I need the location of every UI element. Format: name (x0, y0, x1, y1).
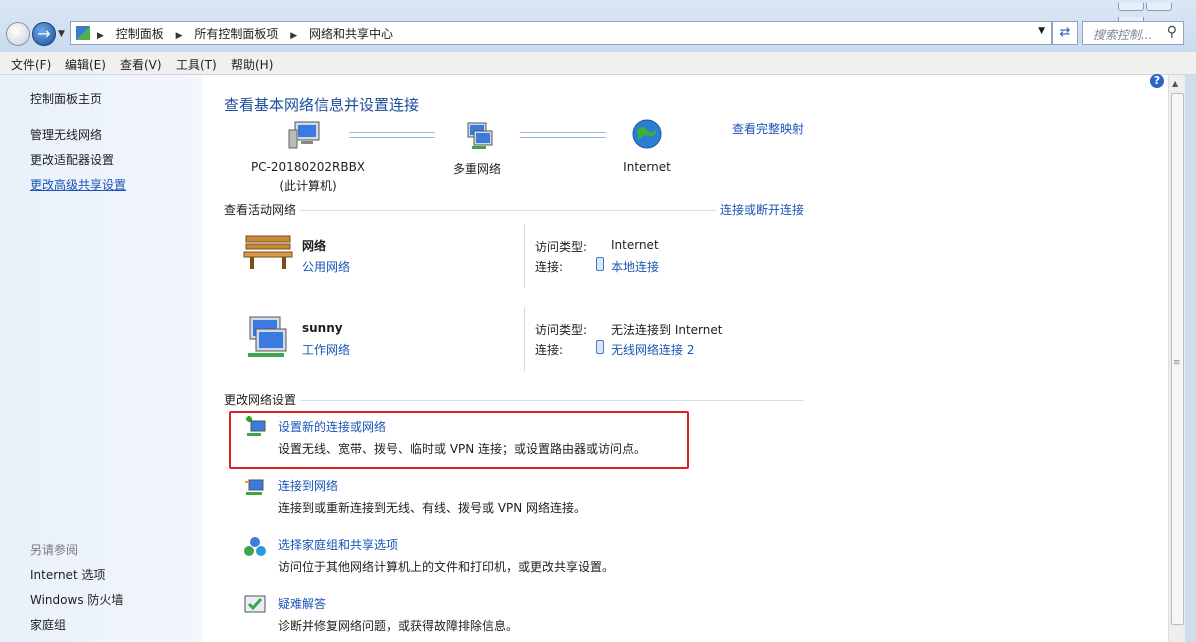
connection-link[interactable]: 本地连接 (611, 258, 659, 275)
search-placeholder: 搜索控制... (1093, 28, 1153, 42)
breadcrumb-network-center[interactable]: 网络和共享中心 (309, 27, 393, 41)
menu-view[interactable]: 查看(V) (120, 56, 162, 73)
see-also-header: 另请参阅 (30, 543, 79, 557)
bench-icon (242, 232, 294, 275)
vertical-scrollbar[interactable]: ▲ ≡ (1168, 75, 1185, 642)
computer-sub: (此计算机) (279, 179, 337, 193)
wireless-icon (596, 340, 604, 354)
network-type-link[interactable]: 工作网络 (302, 341, 350, 358)
network-name: sunny (302, 321, 343, 335)
task-new-connection-desc: 设置无线、宽带、拨号、临时或 VPN 连接；或设置路由器或访问点。 (278, 442, 647, 456)
connection-label: 连接: (535, 260, 564, 274)
search-input[interactable]: 搜索控制... ⚲ (1082, 21, 1184, 45)
network-divider (524, 307, 525, 371)
breadcrumb-separator-icon[interactable]: ▶ (290, 31, 297, 41)
sidebar-item-homegroup[interactable]: 家庭组 (30, 616, 66, 633)
scroll-grip-icon: ≡ (1173, 358, 1181, 368)
menu-bar: 文件(F) 编辑(E) 查看(V) 工具(T) 帮助(H) (0, 52, 1196, 75)
computer-icon (287, 120, 323, 153)
section-divider (224, 400, 804, 401)
breadcrumb-control-panel[interactable]: 控制面板 (116, 27, 164, 41)
window-frame (1185, 75, 1196, 642)
network-type-link[interactable]: 公用网络 (302, 258, 350, 275)
sidebar-item-adapter[interactable]: 更改适配器设置 (30, 151, 114, 168)
address-bar-region: → ▼ ▶ 控制面板 ▶ 所有控制面板项 ▶ 网络和共享中心 ▼ ⇄ 搜索控制.… (0, 0, 1196, 52)
task-connect-desc: 连接到或重新连接到无线、有线、拨号或 VPN 网络连接。 (278, 501, 587, 515)
menu-help[interactable]: 帮助(H) (231, 56, 273, 73)
minimize-button[interactable] (1118, 3, 1144, 11)
scroll-up-icon[interactable]: ▲ (1172, 79, 1178, 88)
access-type-label: 访问类型: (535, 323, 588, 337)
breadcrumb: ▶ 控制面板 ▶ 所有控制面板项 ▶ 网络和共享中心 (97, 25, 401, 42)
access-type-value: Internet (611, 238, 659, 252)
network-divider (524, 224, 525, 288)
connect-network-icon (243, 476, 267, 503)
new-connection-icon (243, 415, 267, 442)
address-field[interactable]: ▶ 控制面板 ▶ 所有控制面板项 ▶ 网络和共享中心 ▼ (70, 21, 1052, 45)
forward-button[interactable]: → (32, 22, 56, 46)
ethernet-icon (596, 257, 604, 271)
menu-file[interactable]: 文件(F) (11, 56, 51, 73)
multi-network-label: 多重网络 (452, 162, 501, 176)
search-icon[interactable]: ⚲ (1167, 24, 1177, 40)
window-buttons (1116, 0, 1196, 25)
connection-line (520, 132, 606, 138)
refresh-icon: ⇄ (1059, 25, 1071, 40)
connection-line (349, 132, 435, 138)
work-network-icon (242, 315, 294, 364)
globe-icon (631, 118, 663, 153)
sidebar-item-wireless[interactable]: 管理无线网络 (30, 126, 102, 143)
breadcrumb-separator-icon[interactable]: ▶ (176, 31, 183, 41)
breadcrumb-all-items[interactable]: 所有控制面板项 (194, 27, 278, 41)
sidebar: 控制面板主页 管理无线网络 更改适配器设置 更改高级共享设置 另请参阅 Inte… (0, 75, 202, 642)
maximize-button[interactable] (1146, 3, 1172, 11)
back-button[interactable] (6, 22, 30, 46)
help-button[interactable]: ? (1150, 74, 1164, 88)
computer-name: PC-20180202RBBX (250, 160, 366, 174)
connection-link[interactable]: 无线网络连接 2 (611, 341, 694, 358)
troubleshoot-icon (243, 594, 267, 621)
address-dropdown-icon[interactable]: ▼ (1038, 26, 1045, 36)
sidebar-item-advanced-sharing[interactable]: 更改高级共享设置 (30, 176, 126, 193)
sidebar-item-home[interactable]: 控制面板主页 (30, 90, 102, 107)
access-type-value: 无法连接到 Internet (611, 323, 723, 337)
arrow-right-icon: → (37, 24, 51, 43)
page-title: 查看基本网络信息并设置连接 (224, 96, 420, 114)
full-map-link[interactable]: 查看完整映射 (732, 120, 804, 137)
multi-network-icon (462, 121, 496, 154)
task-new-connection-link[interactable]: 设置新的连接或网络 (278, 418, 386, 435)
connection-label: 连接: (535, 343, 564, 357)
access-type-label: 访问类型: (535, 240, 588, 254)
refresh-button[interactable]: ⇄ (1052, 21, 1078, 45)
sidebar-item-internet-options[interactable]: Internet 选项 (30, 566, 105, 583)
sidebar-item-firewall[interactable]: Windows 防火墙 (30, 591, 123, 608)
recent-pages-dropdown[interactable]: ▼ (58, 29, 65, 39)
task-homegroup-desc: 访问位于其他网络计算机上的文件和打印机，或更改共享设置。 (278, 560, 615, 574)
menu-tools[interactable]: 工具(T) (176, 56, 217, 73)
homegroup-icon (243, 535, 267, 562)
task-connect-link[interactable]: 连接到网络 (278, 477, 338, 494)
network-name: 网络 (302, 239, 327, 253)
task-homegroup-link[interactable]: 选择家庭组和共享选项 (278, 536, 398, 553)
task-troubleshoot-link[interactable]: 疑难解答 (278, 595, 326, 612)
internet-label: Internet (623, 160, 671, 174)
change-settings-header: 更改网络设置 (224, 391, 301, 408)
connect-disconnect-link[interactable]: 连接或断开连接 (720, 201, 804, 218)
task-troubleshoot-desc: 诊断并修复网络问题，或获得故障排除信息。 (278, 619, 519, 633)
breadcrumb-separator-icon[interactable]: ▶ (97, 31, 104, 41)
active-networks-header: 查看活动网络 (224, 201, 301, 218)
control-panel-icon (76, 26, 90, 40)
menu-edit[interactable]: 编辑(E) (65, 56, 106, 73)
